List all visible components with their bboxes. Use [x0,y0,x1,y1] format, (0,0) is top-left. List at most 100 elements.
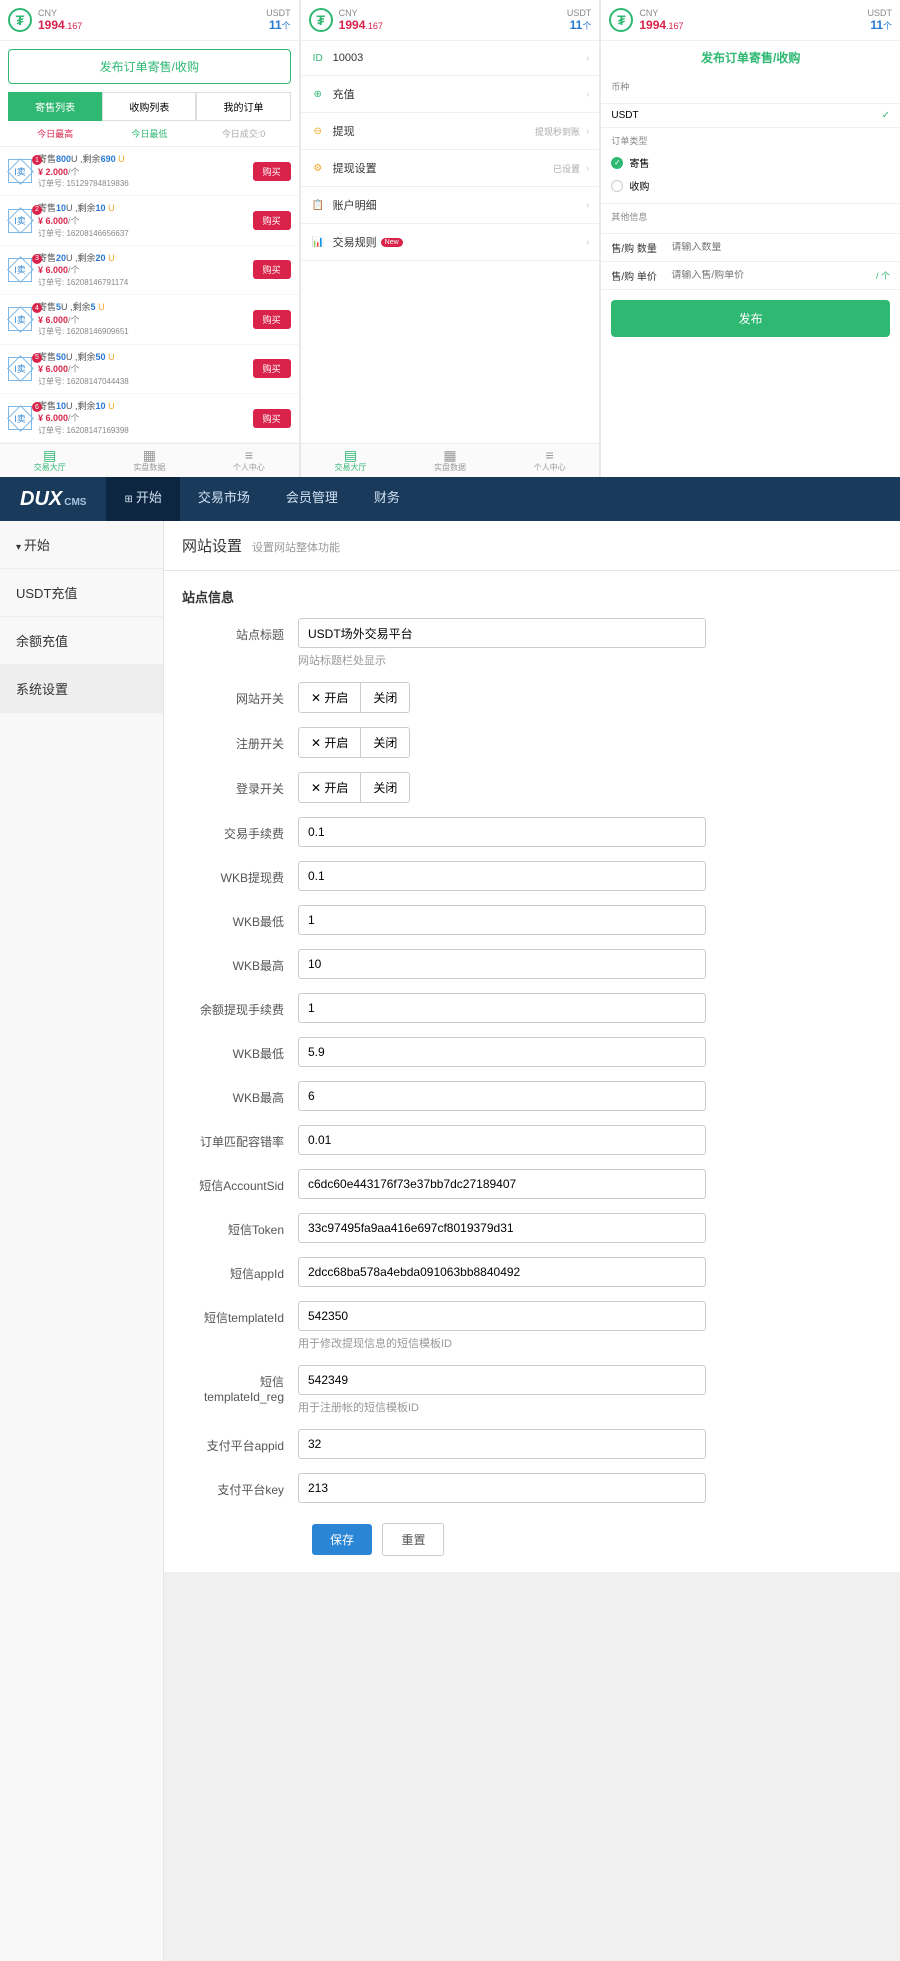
menu-item[interactable]: 📋 账户明细 › [301,187,600,224]
sidebar-item[interactable]: USDT充值 [0,569,163,617]
buy-button[interactable]: 购买 [253,211,291,230]
toggle-off[interactable]: 关闭 [361,772,410,803]
topnav-item[interactable]: 会员管理 [268,476,356,522]
tab-buy-list[interactable]: 收购列表 [102,92,196,121]
admin-main: 网站设置设置网站整体功能 站点信息 站点标题 网站标题栏处显示 网站开关 ✕ 开… [164,521,900,1961]
nav-item[interactable]: ▦实盘数据 [100,444,200,477]
menu-item[interactable]: ⚙ 提现设置 已设置 › [301,150,600,187]
nav-item[interactable]: ≡个人中心 [199,444,299,477]
menu-icon: 📊 [311,235,325,249]
price-input[interactable] [671,270,876,281]
field-label: 短信templateId_reg [182,1365,298,1404]
publish-order-button[interactable]: 发布订单寄售/收购 [8,49,291,84]
text-input[interactable] [298,618,706,648]
toggle-group: ✕ 开启关闭 [298,727,706,758]
field-label: 支付平台appid [182,1429,298,1454]
form-row: 余额提现手续费 [182,993,882,1023]
admin-topbar: DUXCMS ⊞开始交易市场会员管理财务 [0,477,900,521]
text-input[interactable] [298,1169,706,1199]
buy-button[interactable]: 购买 [253,260,291,279]
price-unit: / 个 [876,269,890,282]
field-label: 交易手续费 [182,817,298,842]
sell-hex-icon: I卖 [8,209,32,233]
tether-icon: ₮ [8,8,32,32]
field-label: WKB最高 [182,949,298,974]
form-row: 网站开关 ✕ 开启关闭 [182,682,882,713]
text-input[interactable] [298,817,706,847]
other-info-label: 其他信息 [611,210,890,223]
topnav-item[interactable]: 交易市场 [180,476,268,522]
tab-my-orders[interactable]: 我的订单 [196,92,290,121]
field-label: 短信Token [182,1213,298,1238]
menu-item[interactable]: 📊 交易规则 New › [301,224,600,261]
menu-item[interactable]: ID 10003 › [301,41,600,76]
submit-publish-button[interactable]: 发布 [611,300,890,337]
chevron-right-icon: › [586,237,589,248]
reset-button[interactable]: 重置 [382,1523,444,1556]
save-button[interactable]: 保存 [312,1524,372,1555]
form-row: 注册开关 ✕ 开启关闭 [182,727,882,758]
radio-buy[interactable]: 收购 [611,174,890,197]
today-low: 今日最低 [102,127,196,140]
field-label: WKB最低 [182,1037,298,1062]
text-input[interactable] [298,1429,706,1459]
buy-button[interactable]: 购买 [253,409,291,428]
tab-sell-list[interactable]: 寄售列表 [8,92,102,121]
toggle-on[interactable]: ✕ 开启 [298,727,361,758]
text-input[interactable] [298,861,706,891]
order-badge: 3 [32,254,42,264]
text-input[interactable] [298,1213,706,1243]
sidebar-item[interactable]: 开始 [0,521,163,569]
radio-icon: ✓ [611,157,623,169]
nav-icon: ▤ [4,448,96,462]
buy-button[interactable]: 购买 [253,310,291,329]
toggle-group: ✕ 开启关闭 [298,682,706,713]
text-input[interactable] [298,1257,706,1287]
nav-item[interactable]: ≡个人中心 [500,444,600,477]
form-row: 交易手续费 [182,817,882,847]
cny-label: CNY [38,8,266,18]
radio-sell[interactable]: ✓ 寄售 [611,151,890,174]
text-input[interactable] [298,993,706,1023]
sidebar-item[interactable]: 余额充值 [0,617,163,665]
order-row: I卖6 寄售10U ,剩余10 U ¥ 6.000/个 订单号: 1620814… [0,394,299,443]
field-label: 余额提现手续费 [182,993,298,1018]
topnav-item[interactable]: 财务 [356,476,418,522]
text-input[interactable] [298,1473,706,1503]
tether-icon: ₮ [609,8,633,32]
coin-select[interactable]: USDT ✓ [601,104,900,128]
chevron-right-icon: › [586,89,589,100]
chevron-right-icon: › [586,163,589,174]
form-row: 短信Token [182,1213,882,1243]
today-volume: 今日成交:0 [196,127,290,140]
nav-item[interactable]: ▦实盘数据 [400,444,500,477]
buy-button[interactable]: 购买 [253,359,291,378]
form-row: WKB最低 [182,1037,882,1067]
sidebar-item[interactable]: 系统设置 [0,665,163,713]
text-input[interactable] [298,1037,706,1067]
text-input[interactable] [298,1365,706,1395]
text-input[interactable] [298,1081,706,1111]
toggle-on[interactable]: ✕ 开启 [298,682,361,713]
radio-icon [611,180,623,192]
nav-item[interactable]: ▤交易大厅 [301,444,401,477]
nav-icon: ≡ [203,448,295,462]
qty-input[interactable] [671,242,890,253]
buy-button[interactable]: 购买 [253,162,291,181]
panel-header: ₮ CNY 1994.167 USDT 11个 [0,0,299,41]
nav-item[interactable]: ▤交易大厅 [0,444,100,477]
menu-item[interactable]: ⊖ 提现 提现秒到账 › [301,113,600,150]
publish-title: 发布订单寄售/收购 [601,41,900,74]
toggle-on[interactable]: ✕ 开启 [298,772,361,803]
panel-publish-form: ₮ CNY 1994.167 USDT 11个 发布订单寄售/收购 币种 USD… [601,0,900,477]
text-input[interactable] [298,1125,706,1155]
toggle-off[interactable]: 关闭 [361,682,410,713]
text-input[interactable] [298,905,706,935]
sell-hex-icon: I卖 [8,357,32,381]
nav-icon: ▦ [404,448,496,462]
menu-item[interactable]: ⊕ 充值 › [301,76,600,113]
topnav-item[interactable]: ⊞开始 [106,476,179,522]
toggle-off[interactable]: 关闭 [361,727,410,758]
text-input[interactable] [298,1301,706,1331]
text-input[interactable] [298,949,706,979]
